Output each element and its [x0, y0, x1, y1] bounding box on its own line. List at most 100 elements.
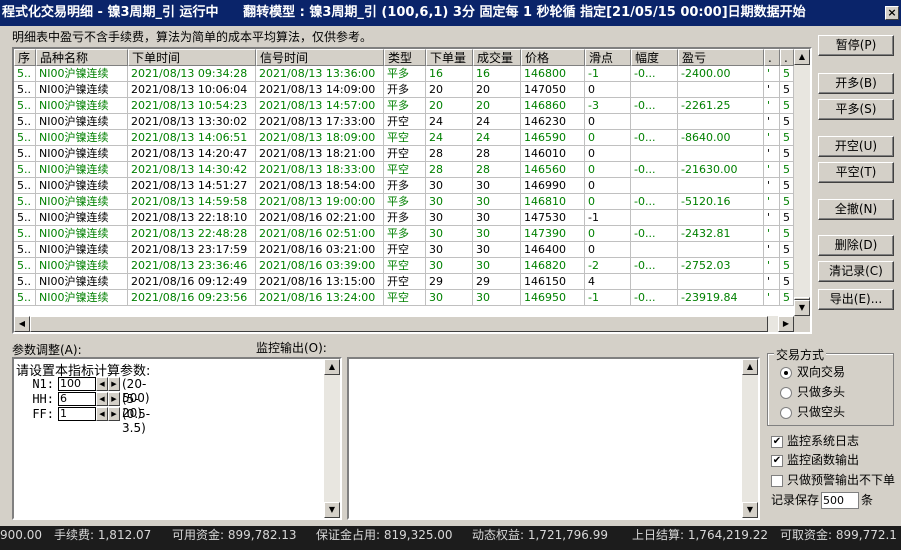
- col-header-slip[interactable]: 滑点: [585, 49, 631, 66]
- horizontal-scroll-thumb[interactable]: [30, 316, 768, 332]
- open-short-button[interactable]: 开空(U): [818, 136, 894, 157]
- cell-c2: 5: [780, 290, 794, 306]
- close-short-button[interactable]: 平空(T): [818, 162, 894, 183]
- cell-slip: 0: [585, 130, 631, 146]
- radio-short-only[interactable]: 只做空头: [780, 403, 845, 419]
- cell-seq: 5..: [14, 226, 36, 242]
- radio-long-only[interactable]: 只做多头: [780, 383, 845, 399]
- vertical-scrollbar[interactable]: ▲ ▼: [794, 49, 810, 316]
- table-row[interactable]: 5.. NI00沪镍连续 2021/08/13 10:06:04 2021/08/13…: [14, 82, 794, 98]
- spin-left-icon[interactable]: ◀: [96, 392, 108, 406]
- checkbox-icon[interactable]: [771, 474, 783, 487]
- cancel-all-button[interactable]: 全撤(N): [818, 199, 894, 220]
- col-header-price[interactable]: 价格: [521, 49, 585, 66]
- spin-left-icon[interactable]: ◀: [96, 407, 108, 421]
- param-n1-input[interactable]: 100: [58, 377, 96, 391]
- cell-type: 开多: [384, 82, 426, 98]
- scroll-down-icon[interactable]: ▼: [742, 502, 758, 518]
- radio-icon[interactable]: [780, 386, 792, 399]
- col-header-pnl[interactable]: 盈亏: [678, 49, 764, 66]
- delete-button[interactable]: 删除(D): [818, 235, 894, 256]
- close-button[interactable]: ×: [885, 6, 899, 20]
- param-ff-spinner[interactable]: ◀ ▶: [96, 407, 120, 421]
- cell-name: NI00沪镍连续: [36, 226, 128, 242]
- col-header-extra2[interactable]: .: [780, 49, 794, 66]
- cell-price: 146950: [521, 290, 585, 306]
- monitor-scrollbar[interactable]: ▲ ▼: [742, 359, 758, 518]
- scroll-down-icon[interactable]: ▼: [794, 300, 810, 316]
- spin-left-icon[interactable]: ◀: [96, 377, 108, 391]
- table-row[interactable]: 5.. NI00沪镍连续 2021/08/13 09:34:28 2021/08/13…: [14, 66, 794, 82]
- open-long-button[interactable]: 开多(B): [818, 73, 894, 94]
- cell-signal-time: 2021/08/13 14:57:00: [256, 98, 384, 114]
- col-header-signal-time[interactable]: 信号时间: [256, 49, 384, 66]
- cell-amp: -0...: [631, 130, 678, 146]
- pause-button[interactable]: 暂停(P): [818, 35, 894, 56]
- param-ff-input[interactable]: 1: [58, 407, 96, 421]
- cell-c1: ': [764, 178, 780, 194]
- scroll-down-icon[interactable]: ▼: [324, 502, 340, 518]
- col-header-type[interactable]: 类型: [384, 49, 426, 66]
- table-row[interactable]: 5.. NI00沪镍连续 2021/08/13 14:06:51 2021/08/13…: [14, 130, 794, 146]
- table-row[interactable]: 5.. NI00沪镍连续 2021/08/16 09:12:49 2021/08/16…: [14, 274, 794, 290]
- cell-slip: -2: [585, 258, 631, 274]
- cell-name: NI00沪镍连续: [36, 82, 128, 98]
- radio-icon[interactable]: [780, 406, 792, 419]
- col-header-seq[interactable]: 序: [14, 49, 36, 66]
- cell-signal-time: 2021/08/16 02:21:00: [256, 210, 384, 226]
- param-hh-spinner[interactable]: ◀ ▶: [96, 392, 120, 406]
- col-header-order-time[interactable]: 下单时间: [128, 49, 256, 66]
- check-alert-only[interactable]: 只做预警输出不下单: [771, 471, 895, 487]
- col-header-extra1[interactable]: .: [764, 49, 780, 66]
- scroll-up-icon[interactable]: ▲: [324, 359, 340, 375]
- record-keep-input[interactable]: 500: [821, 492, 860, 509]
- scroll-up-icon[interactable]: ▲: [794, 49, 810, 65]
- spin-right-icon[interactable]: ▶: [108, 377, 120, 391]
- table-row[interactable]: 5.. NI00沪镍连续 2021/08/13 23:17:59 2021/08/16…: [14, 242, 794, 258]
- export-button[interactable]: 导出(E)...: [818, 289, 894, 310]
- check-system-log[interactable]: ✔ 监控系统日志: [771, 432, 859, 448]
- table-row[interactable]: 5.. NI00沪镍连续 2021/08/13 14:20:47 2021/08/13…: [14, 146, 794, 162]
- radio-two-way[interactable]: 双向交易: [780, 363, 845, 379]
- cell-signal-time: 2021/08/13 19:00:00: [256, 194, 384, 210]
- param-scrollbar[interactable]: ▲ ▼: [324, 359, 340, 518]
- table-row[interactable]: 5.. NI00沪镍连续 2021/08/13 13:30:02 2021/08/13…: [14, 114, 794, 130]
- cell-slip: -1: [585, 66, 631, 82]
- col-header-amp[interactable]: 幅度: [631, 49, 678, 66]
- cell-c1: ': [764, 226, 780, 242]
- spin-right-icon[interactable]: ▶: [108, 392, 120, 406]
- scroll-left-icon[interactable]: ◀: [14, 316, 30, 332]
- spin-right-icon[interactable]: ▶: [108, 407, 120, 421]
- table-row[interactable]: 5.. NI00沪镍连续 2021/08/13 14:30:42 2021/08/13…: [14, 162, 794, 178]
- param-hh-input[interactable]: 6: [58, 392, 96, 406]
- cell-filled: 30: [473, 178, 521, 194]
- cell-slip: 0: [585, 146, 631, 162]
- monitor-output-area[interactable]: ▲ ▼: [347, 357, 760, 520]
- scroll-right-icon[interactable]: ▶: [778, 316, 794, 332]
- cell-signal-time: 2021/08/13 17:33:00: [256, 114, 384, 130]
- close-long-button[interactable]: 平多(S): [818, 99, 894, 120]
- checkbox-checked-icon[interactable]: ✔: [771, 435, 783, 448]
- col-header-filled[interactable]: 成交量: [473, 49, 521, 66]
- table-row[interactable]: 5.. NI00沪镍连续 2021/08/13 22:18:10 2021/08/16…: [14, 210, 794, 226]
- table-row[interactable]: 5.. NI00沪镍连续 2021/08/13 14:59:58 2021/08/13…: [14, 194, 794, 210]
- clear-log-button[interactable]: 清记录(C): [818, 261, 894, 282]
- horizontal-scrollbar[interactable]: ◀ ▶: [14, 316, 794, 332]
- check-function-output[interactable]: ✔ 监控函数输出: [771, 451, 859, 467]
- cell-filled: 30: [473, 194, 521, 210]
- radio-selected-icon[interactable]: [780, 366, 792, 379]
- table-row[interactable]: 5.. NI00沪镍连续 2021/08/16 09:23:56 2021/08/16…: [14, 290, 794, 306]
- col-header-qty[interactable]: 下单量: [426, 49, 473, 66]
- checkbox-checked-icon[interactable]: ✔: [771, 454, 783, 467]
- cell-amp: [631, 82, 678, 98]
- status-equity: 动态权益: 1,721,796.99: [472, 528, 609, 542]
- cell-signal-time: 2021/08/16 13:24:00: [256, 290, 384, 306]
- table-row[interactable]: 5.. NI00沪镍连续 2021/08/13 23:36:46 2021/08/16…: [14, 258, 794, 274]
- col-header-name[interactable]: 品种名称: [36, 49, 128, 66]
- param-n1-spinner[interactable]: ◀ ▶: [96, 377, 120, 391]
- table-row[interactable]: 5.. NI00沪镍连续 2021/08/13 22:48:28 2021/08/16…: [14, 226, 794, 242]
- table-row[interactable]: 5.. NI00沪镍连续 2021/08/13 10:54:23 2021/08/13…: [14, 98, 794, 114]
- scroll-up-icon[interactable]: ▲: [742, 359, 758, 375]
- cell-pnl: [678, 210, 764, 226]
- table-row[interactable]: 5.. NI00沪镍连续 2021/08/13 14:51:27 2021/08/13…: [14, 178, 794, 194]
